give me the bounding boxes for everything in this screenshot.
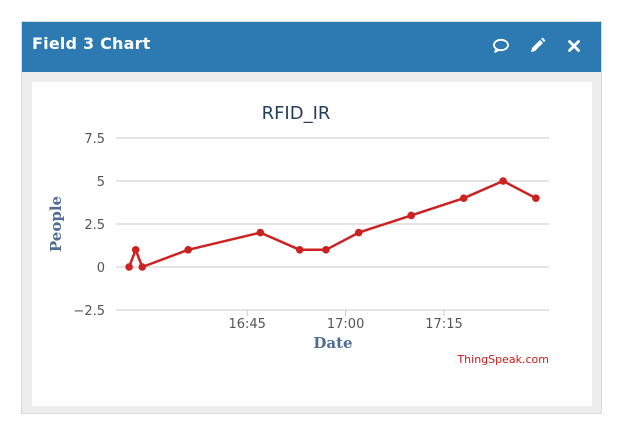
y-tick-label: −2.5 (73, 304, 105, 319)
y-tick-label: 2.5 (84, 218, 105, 233)
chart-title: RFID_IR (262, 103, 331, 124)
x-axis-title: Date (313, 334, 352, 352)
y-tick-label: 7.5 (84, 132, 105, 147)
y-tick-label: 0 (97, 261, 105, 276)
x-tick-label: 17:15 (425, 317, 462, 332)
data-point[interactable] (532, 194, 540, 202)
y-axis-title: People (47, 196, 65, 252)
data-point[interactable] (499, 177, 507, 185)
chart-widget: Field 3 Chart RFID_IR 7.5 5 2.5 0 −2.5 16:45… (21, 21, 602, 414)
thingspeak-credit-link[interactable]: ThingSpeak.com (456, 353, 549, 366)
data-point[interactable] (407, 211, 416, 220)
data-point[interactable] (459, 194, 468, 202)
x-tick-label: 16:45 (228, 317, 265, 332)
y-tick-label: 5 (97, 175, 105, 190)
data-point[interactable] (125, 263, 133, 271)
line-chart[interactable]: RFID_IR 7.5 5 2.5 0 −2.5 16:45 17:00 17:15 Peo… (1, 1, 628, 440)
data-point[interactable] (322, 246, 330, 254)
data-point[interactable] (184, 246, 192, 254)
chart-panel: RFID_IR 7.5 5 2.5 0 −2.5 16:45 17:00 17:15 Peo… (32, 82, 592, 406)
data-point[interactable] (131, 246, 140, 254)
data-point[interactable] (138, 263, 147, 271)
x-tick-label: 17:00 (327, 317, 364, 332)
data-point[interactable] (295, 246, 304, 254)
data-point[interactable] (354, 228, 363, 237)
data-point[interactable] (256, 228, 265, 237)
